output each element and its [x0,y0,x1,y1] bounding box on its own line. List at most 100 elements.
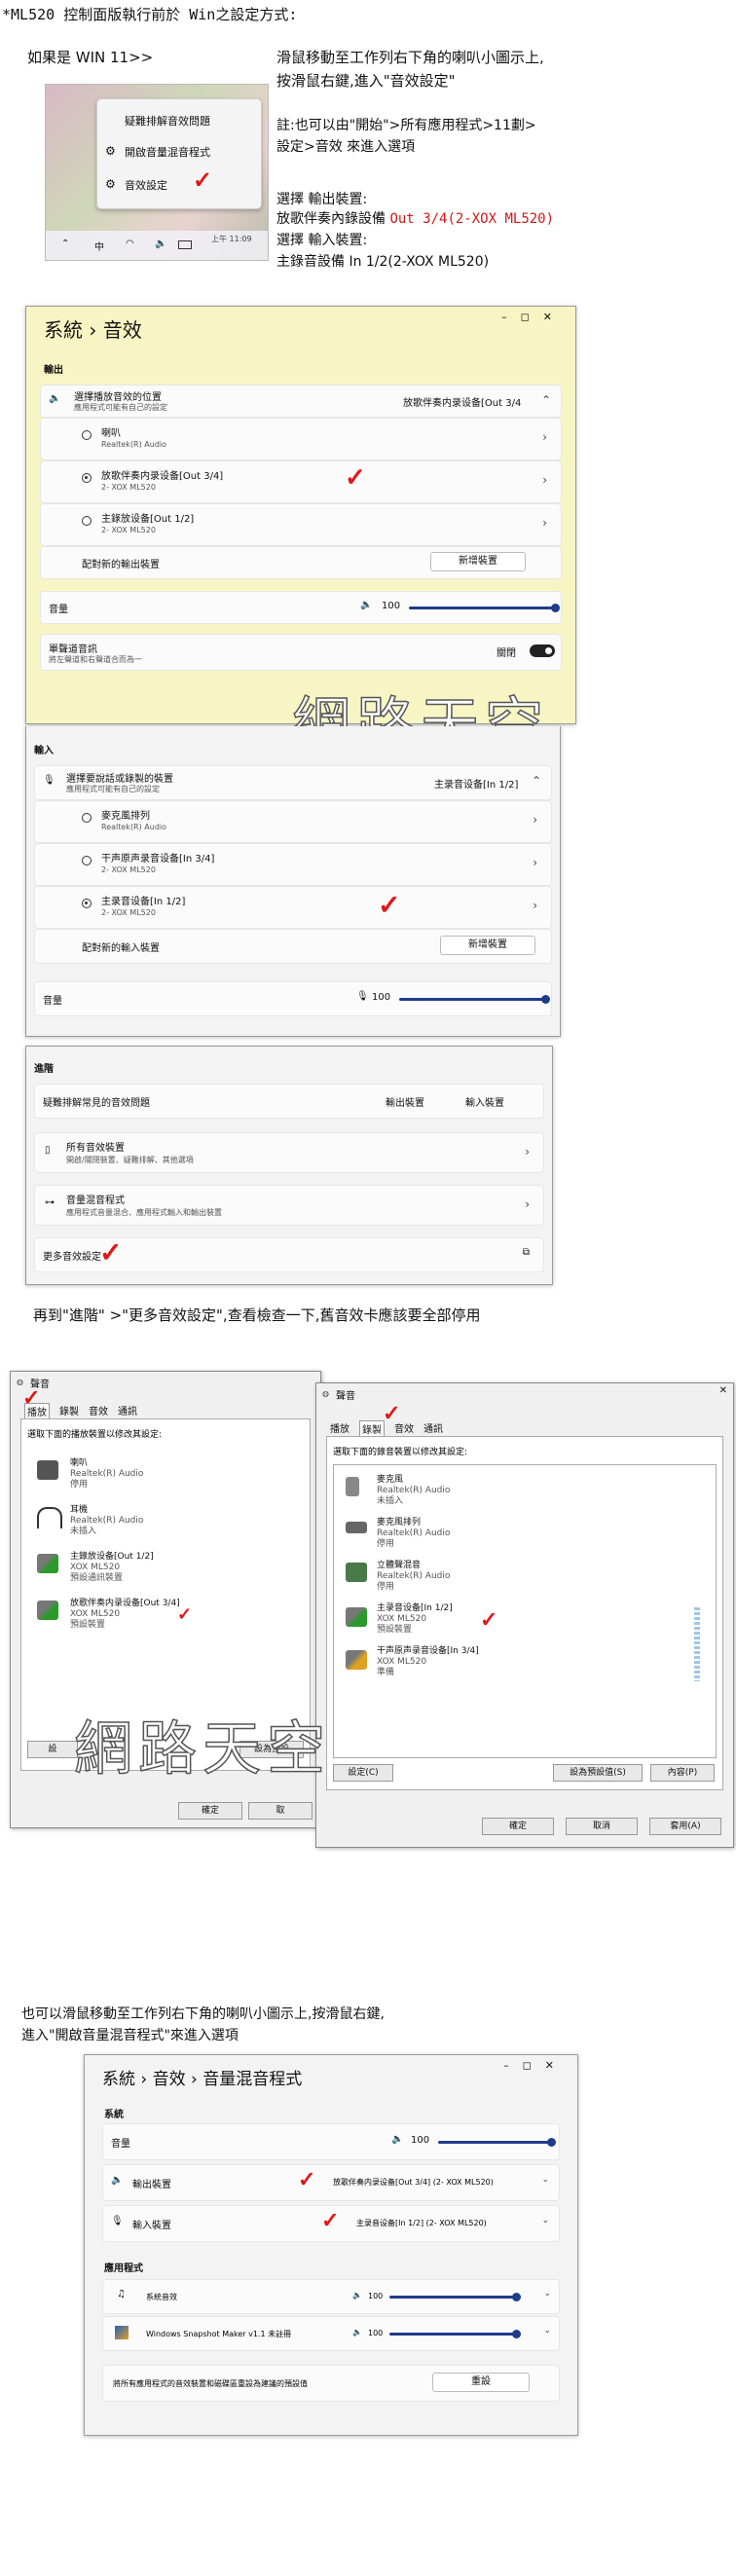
add-output-device-button[interactable]: 新增裝置 [430,552,526,571]
radio-speaker[interactable] [82,430,92,440]
tab-effects[interactable]: 音效 [89,1403,108,1418]
all-devices-row[interactable]: ▯ 所有音效裝置 開啟/關閉裝置、疑難排解、其他選項 › [34,1132,544,1173]
radio-out34[interactable] [82,473,92,483]
checkmark-icon: ✓ [99,1236,123,1269]
chevron-down-icon[interactable]: ⌄ [541,2175,549,2185]
chevron-right-icon[interactable]: › [525,1145,530,1159]
chevron-down-icon[interactable]: ⌄ [543,2289,551,2299]
device-item[interactable]: 耳機 Realtek(R) Audio 未插入 [70,1505,143,1537]
input-device-in34[interactable]: 干声原声录音设备[In 3/4] 2- XOX ML520 › [34,843,552,886]
device-item[interactable]: 麥克風排列 Realtek(R) Audio 停用 [377,1518,450,1550]
volume-mixer-window: 系統 › 音效 › 音量混音程式 –◻✕ 系統 音量 🔈 100 🔈 輸出裝置 … [84,2054,578,2436]
chevron-right-icon[interactable]: › [542,473,547,487]
choose-output-row[interactable]: 🔈 選擇播放音效的位置 應用程式可能有自己的設定 放歌伴奏内录设备[Out 3/… [40,385,562,418]
chevron-right-icon[interactable]: › [542,516,547,530]
input-volume-knob[interactable] [541,995,550,1004]
input-select[interactable]: 主录音设备[In 1/2] (2- XOX ML520) [356,2218,487,2228]
app-volume-slider[interactable] [389,2296,516,2299]
chevron-right-icon[interactable]: › [533,856,537,869]
output-device-out34[interactable]: 放歌伴奏内录设备[Out 3/4] 2- XOX ML520 ✓ › [40,460,562,503]
add-input-device-button[interactable]: 新增裝置 [440,936,535,955]
speaker-icon: 🔈 [352,2328,362,2337]
menu-item-sound-settings[interactable]: 音效設定 [125,177,167,193]
device-sub: Realtek(R) Audio [101,440,167,449]
output-devices-link[interactable]: 輸出裝置 [386,1094,424,1109]
output-device-speaker[interactable]: 喇叭 Realtek(R) Audio › [40,418,562,460]
chevron-right-icon[interactable]: › [525,1197,530,1211]
device-item[interactable]: 干声原声录音设备[In 3/4] XOX ML520 準備 [377,1646,479,1678]
tab-communications[interactable]: 通訊 [118,1403,137,1418]
device-list[interactable]: 麥克風 Realtek(R) Audio 未插入 麥克風排列 Realtek(R… [333,1464,717,1758]
app-volume-slider[interactable] [389,2333,516,2336]
app-name: Windows Snapshot Maker v1.1 未註冊 [146,2330,292,2338]
input-device-in12[interactable]: 主录音设备[In 1/2] 2- XOX ML520 ✓ › [34,886,552,929]
chevron-up-icon[interactable]: ⌃ [61,239,69,249]
close-icon[interactable]: ✕ [719,1385,727,1396]
section-output: 輸出 [44,365,63,376]
chevron-right-icon[interactable]: › [542,430,547,444]
input-devices-link[interactable]: 輸入裝置 [465,1094,504,1109]
device-item[interactable]: 主录音设备[In 1/2] XOX ML520 預設裝置 [377,1603,453,1636]
speaker-icon[interactable]: 🔈 [155,239,166,249]
ok-button[interactable]: 確定 [178,1802,242,1820]
radio-in12[interactable] [82,899,92,908]
configure-button[interactable]: 設 [27,1741,78,1758]
section-input: 輸入 [34,746,54,756]
more-settings-row[interactable]: 更多音效設定 ✓ ⧉ [34,1236,544,1272]
device-item[interactable]: 主錄放设备[Out 1/2] XOX ML520 預設通訊裝置 [70,1552,154,1584]
output-select[interactable]: 放歌伴奏内录设备[Out 3/4] (2- XOX ML520) [333,2177,494,2188]
chevron-up-icon[interactable]: ⌃ [532,774,541,788]
set-default-button[interactable]: 設為預設值(S) [553,1764,643,1782]
device-name: 主錄放设备[Out 1/2] [70,1552,154,1562]
mixer-volume-slider[interactable] [438,2141,551,2144]
choose-input-row[interactable]: 🎙 選擇要說話或錄製的裝置 應用程式可能有自己的設定 主录音设备[In 1/2]… [34,765,552,800]
tab-communications[interactable]: 通訊 [423,1420,443,1436]
mono-state: 關閉 [497,648,516,659]
device-name: 主錄放设备[Out 1/2] [101,514,195,525]
ime-indicator[interactable]: 中 [94,239,104,253]
chevron-right-icon[interactable]: › [533,813,537,827]
app-volume-knob[interactable] [512,2330,521,2338]
tab-recording[interactable]: 錄製 [59,1403,79,1418]
output-volume-slider[interactable] [409,607,555,609]
troubleshoot-row: 疑難排解常見的音效問題 輸出裝置 輸入裝置 [34,1084,544,1119]
ok-button[interactable]: 確定 [482,1818,554,1835]
menu-item-open-mixer[interactable]: 開啟音量混音程式 [125,144,210,160]
output-volume-knob[interactable] [551,604,560,612]
chevron-up-icon[interactable]: ⌃ [541,393,551,407]
output-value-red: Out 3/4(2-XOX ML520) [389,211,555,227]
menu-item-troubleshoot[interactable]: 疑難排解音效問題 [125,113,210,129]
choose-input-hint: 應用程式可能有自己的設定 [66,785,160,793]
radio-in34[interactable] [82,856,92,865]
battery-icon[interactable] [178,240,192,249]
mixer-row[interactable]: ⊶ 音量混音程式 應用程式音量混合、應用程式輸入和輸出裝置 › [34,1185,544,1226]
apply-button[interactable]: 套用(A) [649,1818,721,1835]
device-item[interactable]: 立體聲混音 Realtek(R) Audio 停用 [377,1561,450,1593]
tab-recording[interactable]: 錄製 [359,1420,385,1436]
mixer-volume-knob[interactable] [547,2138,556,2147]
properties-button[interactable]: 內容(P) [650,1764,715,1782]
chevron-right-icon[interactable]: › [533,899,537,912]
input-device-array[interactable]: 麥克風排列 Realtek(R) Audio › [34,800,552,843]
device-item[interactable]: 放歌伴奏内录设备[Out 3/4] XOX ML520 預設裝置 [70,1599,180,1631]
output-device-out12[interactable]: 主錄放设备[Out 1/2] 2- XOX ML520 › [40,503,562,546]
devices-icon: ▯ [45,1145,51,1156]
mono-toggle[interactable] [530,644,555,657]
input-volume-slider[interactable] [399,998,545,1001]
wifi-icon[interactable]: ◠ [126,239,134,249]
device-sub: 2- XOX ML520 [101,526,156,534]
device-item[interactable]: 麥克風 Realtek(R) Audio 未插入 [377,1475,450,1507]
chevron-down-icon[interactable]: ⌄ [543,2326,551,2336]
bottom-caption-line1: 也可以滑鼠移動至工作列右下角的喇叭小圖示上,按滑鼠右鍵, [21,2006,385,2022]
cancel-button[interactable]: 取消 [566,1818,638,1835]
device-item[interactable]: 喇叭 Realtek(R) Audio 停用 [70,1458,143,1490]
reset-button[interactable]: 重設 [432,2373,530,2392]
chevron-down-icon[interactable]: ⌄ [541,2216,549,2226]
cancel-button[interactable]: 取 [248,1802,313,1820]
radio-array[interactable] [82,813,92,823]
taskbar-clock[interactable]: 上午 11:09 [211,234,252,244]
tab-playback[interactable]: 播放 [330,1420,350,1436]
app-volume-knob[interactable] [512,2293,521,2301]
radio-out12[interactable] [82,516,92,526]
configure-button[interactable]: 設定(C) [333,1764,393,1782]
